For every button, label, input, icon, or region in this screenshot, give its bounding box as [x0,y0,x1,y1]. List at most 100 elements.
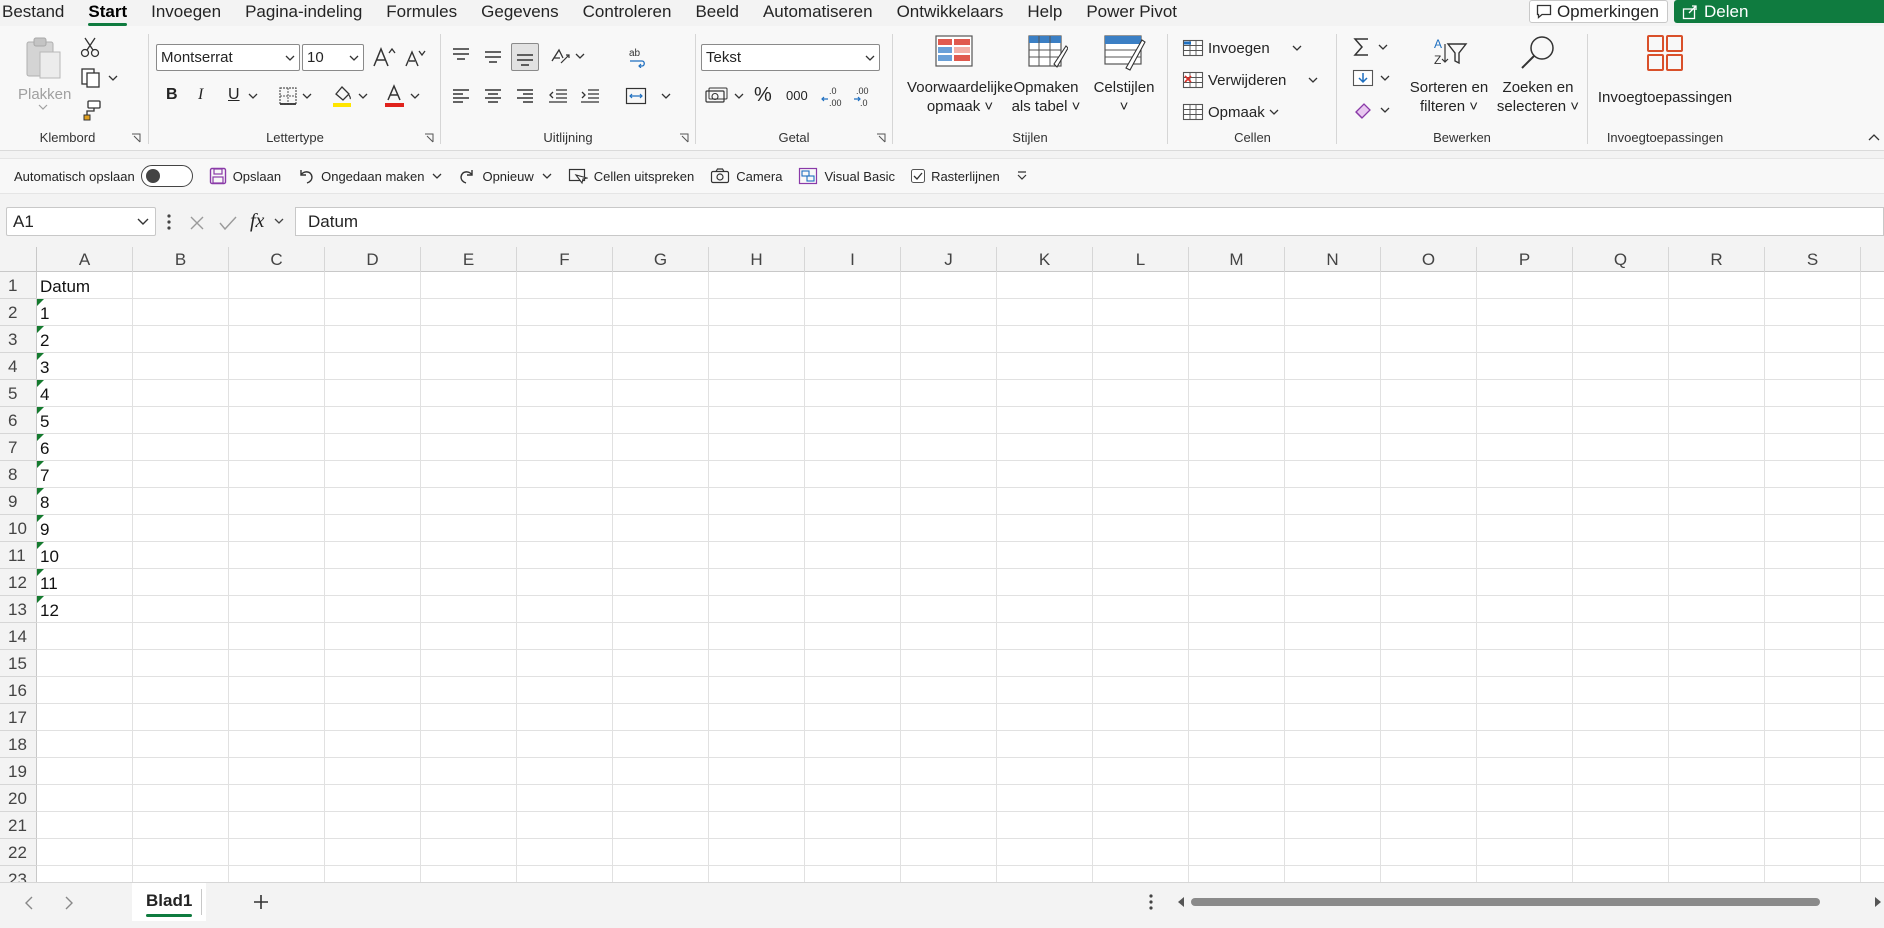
fill-color-chevron-icon[interactable] [358,93,368,100]
increase-indent-icon[interactable] [579,86,601,106]
row-header-21[interactable]: 21 [0,812,37,839]
fill-color-icon[interactable] [332,84,354,108]
accounting-chevron-icon[interactable] [734,93,744,100]
format-cells-button[interactable]: Opmaak [1182,102,1279,122]
row-header-13[interactable]: 13 [0,596,37,623]
row-header-19[interactable]: 19 [0,758,37,785]
underline-button[interactable]: U [228,86,240,104]
find-select-button[interactable]: Zoeken en selecteren ˅ [1496,34,1580,124]
row-header-3[interactable]: 3 [0,326,37,353]
shrink-font-icon[interactable] [404,48,426,68]
redo-dropdown[interactable] [542,173,552,180]
align-right-icon[interactable] [515,86,535,106]
row-header-15[interactable]: 15 [0,650,37,677]
fill-button[interactable] [1352,68,1390,88]
orientation-chevron-icon[interactable] [575,53,585,60]
error-indicator-icon[interactable] [37,488,44,495]
merge-chevron-icon[interactable] [661,93,671,100]
error-indicator-icon[interactable] [37,353,44,360]
column-header-n[interactable]: N [1285,247,1381,272]
menu-tab-beeld[interactable]: Beeld [683,0,750,23]
row-header-7[interactable]: 7 [0,434,37,461]
select-all-corner[interactable] [0,247,37,272]
error-indicator-icon[interactable] [37,569,44,576]
row-header-18[interactable]: 18 [0,731,37,758]
customize-qat-button[interactable] [1016,171,1028,181]
font-name-select[interactable]: Montserrat [156,44,300,71]
row-header-11[interactable]: 11 [0,542,37,569]
merge-center-icon[interactable] [625,86,647,106]
name-box[interactable]: A1 [6,207,156,236]
column-header-c[interactable]: C [229,247,325,272]
increase-decimal-icon[interactable]: .0.00 [820,84,844,108]
borders-chevron-icon[interactable] [302,93,312,100]
column-header-l[interactable]: L [1093,247,1189,272]
error-indicator-icon[interactable] [37,407,44,414]
row-header-20[interactable]: 20 [0,785,37,812]
column-header-k[interactable]: K [997,247,1093,272]
align-top-icon[interactable] [451,46,471,66]
font-color-icon[interactable] [384,84,406,108]
column-header-b[interactable]: B [133,247,229,272]
visual-basic-button[interactable]: Visual Basic [798,167,895,185]
error-indicator-icon[interactable] [37,434,44,441]
menu-tab-help[interactable]: Help [1015,0,1074,23]
row-header-22[interactable]: 22 [0,839,37,866]
align-middle-icon[interactable] [483,46,503,66]
font-size-select[interactable]: 10 [302,44,364,71]
error-indicator-icon[interactable] [37,461,44,468]
delete-cells-button[interactable]: Verwijderen [1182,70,1318,90]
decrease-decimal-icon[interactable]: .00.0 [852,84,876,108]
font-color-chevron-icon[interactable] [410,93,420,100]
borders-icon[interactable] [278,86,298,106]
speak-cells-button[interactable]: Cellen uitspreken [568,167,694,185]
row-header-1[interactable]: 1 [0,272,37,299]
bold-button[interactable]: B [166,86,178,104]
previous-sheet-icon[interactable] [24,896,34,910]
column-header-h[interactable]: H [709,247,805,272]
clear-button[interactable] [1352,100,1390,120]
row-header-8[interactable]: 8 [0,461,37,488]
column-header-s[interactable]: S [1765,247,1861,272]
insert-cells-button[interactable]: Invoegen [1182,38,1302,58]
autosave-toggle[interactable] [140,165,193,187]
error-indicator-icon[interactable] [37,380,44,387]
number-launcher-icon[interactable] [876,133,886,143]
format-painter-icon[interactable] [80,99,102,121]
column-header-j[interactable]: J [901,247,997,272]
column-header-o[interactable]: O [1381,247,1477,272]
menu-tab-formules[interactable]: Formules [374,0,469,23]
align-bottom-button[interactable] [511,43,539,71]
row-header-6[interactable]: 6 [0,407,37,434]
menu-tab-invoegen[interactable]: Invoegen [139,0,233,23]
clipboard-launcher-icon[interactable] [131,133,141,143]
number-format-select[interactable]: Tekst [701,44,880,71]
conditional-formatting-button[interactable]: Voorwaardelijke opmaak ˅ [905,34,1013,124]
menu-tab-controleren[interactable]: Controleren [571,0,684,23]
camera-button[interactable]: Camera [710,167,782,185]
row-header-12[interactable]: 12 [0,569,37,596]
add-sheet-icon[interactable] [252,893,270,911]
alignment-launcher-icon[interactable] [679,133,689,143]
menu-tab-power-pivot[interactable]: Power Pivot [1074,0,1189,23]
autosum-button[interactable] [1352,36,1388,58]
menu-tab-ontwikkelaars[interactable]: Ontwikkelaars [885,0,1016,23]
column-header-p[interactable]: P [1477,247,1573,272]
confirm-formula-icon[interactable] [218,214,238,232]
formula-input[interactable]: Datum [295,207,1884,236]
redo-button[interactable]: Opnieuw [458,167,534,185]
row-header-16[interactable]: 16 [0,677,37,704]
orientation-icon[interactable] [549,46,571,66]
error-indicator-icon[interactable] [37,299,44,306]
comments-button[interactable]: Opmerkingen [1528,0,1668,23]
row-header-10[interactable]: 10 [0,515,37,542]
underline-chevron-icon[interactable] [248,93,258,100]
collapse-ribbon-icon[interactable] [1868,134,1880,142]
copy-button[interactable] [80,67,118,89]
share-button[interactable]: Delen [1674,0,1884,23]
next-sheet-icon[interactable] [64,896,74,910]
error-indicator-icon[interactable] [37,326,44,333]
more-options-icon[interactable] [166,213,172,231]
align-left-icon[interactable] [451,86,471,106]
column-header-i[interactable]: I [805,247,901,272]
